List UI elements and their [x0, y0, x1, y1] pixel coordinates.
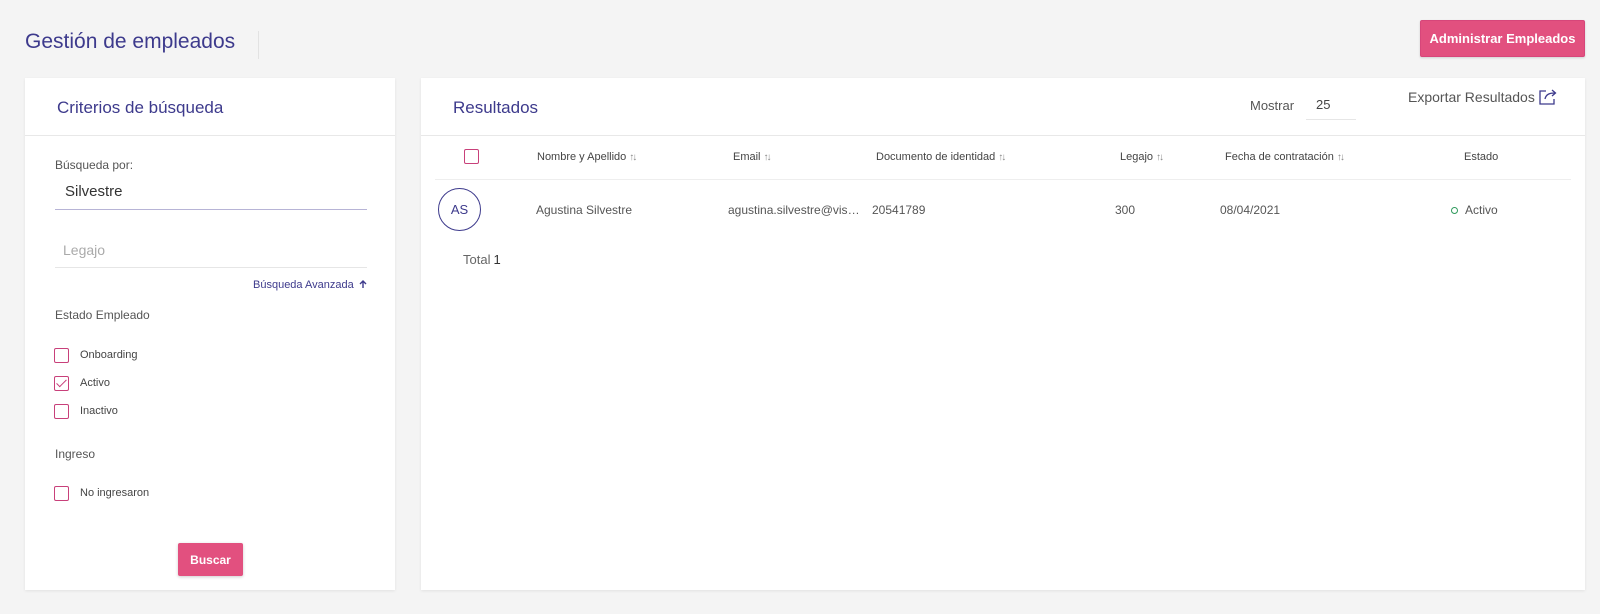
export-icon [1538, 88, 1558, 106]
column-header-fecha[interactable]: Fecha de contratación ↑↓ [1225, 151, 1345, 163]
column-header-documento-label: Documento de identidad [876, 151, 996, 163]
column-header-nombre-label: Nombre y Apellido [537, 151, 627, 163]
checkbox-activo-box[interactable] [54, 375, 69, 391]
buscar-button[interactable]: Buscar [178, 543, 243, 576]
table-header: Nombre y Apellido ↑↓ Email ↑↓ Documento … [435, 136, 1571, 180]
checkbox-no-ingresaron[interactable]: No ingresaron [54, 484, 149, 502]
checkbox-inactivo-box[interactable] [54, 403, 69, 419]
checkbox-onboarding[interactable]: Onboarding [54, 346, 138, 364]
column-header-email[interactable]: Email ↑↓ [733, 151, 772, 163]
column-header-fecha-label: Fecha de contratación [1225, 151, 1334, 163]
sort-icon: ↑↓ [1156, 151, 1164, 163]
page-title: Gestión de empleados [25, 30, 236, 53]
advanced-search-label: Búsqueda Avanzada [253, 279, 354, 291]
avatar: AS [438, 188, 481, 231]
search-panel-header: Criterios de búsqueda [25, 78, 395, 136]
column-header-legajo-label: Legajo [1120, 151, 1154, 163]
search-input[interactable] [55, 174, 367, 210]
advanced-search-link[interactable]: Búsqueda Avanzada [253, 279, 367, 291]
checkbox-no-ingresaron-label: No ingresaron [80, 487, 150, 499]
administrar-empleados-button[interactable]: Administrar Empleados [1420, 20, 1585, 57]
checkbox-onboarding-label: Onboarding [80, 349, 138, 361]
column-header-legajo[interactable]: Legajo ↑↓ [1120, 151, 1164, 163]
column-header-email-label: Email [733, 151, 761, 163]
page: Gestión de empleados Administrar Emplead… [0, 0, 1600, 614]
sort-icon: ↑↓ [763, 151, 772, 163]
table-row[interactable]: AS Agustina Silvestre agustina.silvestre… [435, 180, 1571, 238]
total-label: Total [463, 252, 491, 267]
column-header-documento[interactable]: Documento de identidad ↑↓ [876, 151, 1006, 163]
checkbox-onboarding-box[interactable] [54, 347, 69, 363]
checkbox-inactivo-label: Inactivo [80, 405, 118, 417]
export-results-label: Exportar Resultados [1408, 89, 1535, 105]
select-all-checkbox[interactable] [464, 149, 479, 164]
sort-icon: ↑↓ [629, 151, 637, 163]
search-criteria-panel: Criterios de búsqueda Búsqueda por: Búsq… [25, 78, 395, 590]
checkbox-inactivo[interactable]: Inactivo [54, 402, 118, 420]
mostrar-label: Mostrar [1250, 98, 1295, 113]
checkbox-activo-label: Activo [80, 377, 110, 389]
column-header-nombre[interactable]: Nombre y Apellido ↑↓ [537, 151, 637, 163]
results-total: Total 1 [463, 252, 501, 267]
results-panel-header: Resultados Mostrar Exportar Resultados [421, 78, 1585, 136]
status-active-icon [1451, 207, 1458, 214]
checkbox-no-ingresaron-box[interactable] [54, 485, 69, 501]
ingreso-label: Ingreso [55, 447, 96, 461]
column-header-estado: Estado [1464, 151, 1498, 163]
cell-email: agustina.silvestre@vism… [728, 203, 868, 217]
total-count: 1 [493, 252, 501, 267]
checkbox-activo[interactable]: Activo [54, 374, 110, 392]
sort-icon: ↑↓ [1336, 151, 1345, 163]
page-size-input[interactable] [1306, 90, 1356, 120]
results-panel-title: Resultados [453, 98, 539, 117]
search-panel-title: Criterios de búsqueda [57, 98, 224, 117]
sort-icon: ↑↓ [998, 151, 1006, 163]
results-panel: Resultados Mostrar Exportar Resultados N… [421, 78, 1585, 590]
cell-legajo: 300 [1115, 203, 1136, 217]
search-by-label: Búsqueda por: [55, 158, 134, 172]
cell-hire-date: 08/04/2021 [1220, 203, 1281, 217]
export-results-button[interactable]: Exportar Resultados [1408, 88, 1558, 106]
arrow-up-icon [357, 279, 367, 291]
cell-name: Agustina Silvestre [536, 203, 633, 217]
estado-empleado-label: Estado Empleado [55, 308, 150, 322]
cell-document: 20541789 [872, 203, 926, 217]
cell-status: Activo [1465, 203, 1498, 217]
column-header-estado-label: Estado [1464, 151, 1499, 163]
title-divider [258, 31, 259, 59]
legajo-input[interactable] [55, 232, 367, 268]
